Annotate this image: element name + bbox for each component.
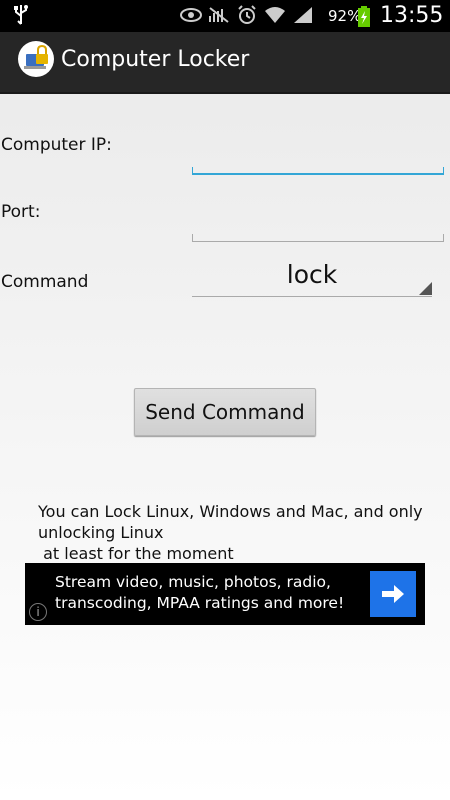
signal-icon	[292, 5, 314, 25]
command-label: Command	[1, 272, 89, 292]
info-line-2: at least for the moment	[38, 544, 234, 563]
port-label: Port:	[1, 202, 41, 222]
clock: 13:55	[380, 3, 444, 28]
lock-laptop-icon[interactable]	[18, 41, 54, 77]
mute-icon	[208, 5, 230, 25]
battery-charging-icon	[357, 6, 371, 32]
command-value: lock	[286, 260, 338, 289]
computer-ip-input[interactable]	[192, 167, 444, 175]
send-command-button[interactable]: Send Command	[134, 388, 316, 436]
arrow-right-icon[interactable]	[370, 571, 416, 617]
action-bar: Computer Locker	[0, 32, 450, 94]
command-spinner[interactable]: lock	[192, 258, 432, 297]
info-text: You can Lock Linux, Windows and Mac, and…	[38, 501, 438, 564]
app-title: Computer Locker	[61, 47, 250, 72]
ad-text: Stream video, music, photos, radio, tran…	[55, 573, 345, 612]
eye-icon	[180, 5, 202, 25]
usb-icon	[14, 4, 28, 31]
ad-banner[interactable]: Stream video, music, photos, radio, tran…	[25, 563, 425, 625]
port-input[interactable]	[192, 234, 444, 242]
alarm-icon	[236, 5, 258, 25]
spinner-arrow-icon	[419, 282, 432, 295]
wifi-icon	[264, 5, 286, 25]
info-line-1: You can Lock Linux, Windows and Mac, and…	[38, 502, 423, 542]
computer-ip-label: Computer IP:	[1, 135, 112, 155]
status-bar: 92% 13:55	[0, 0, 450, 32]
info-icon[interactable]: i	[29, 603, 47, 621]
